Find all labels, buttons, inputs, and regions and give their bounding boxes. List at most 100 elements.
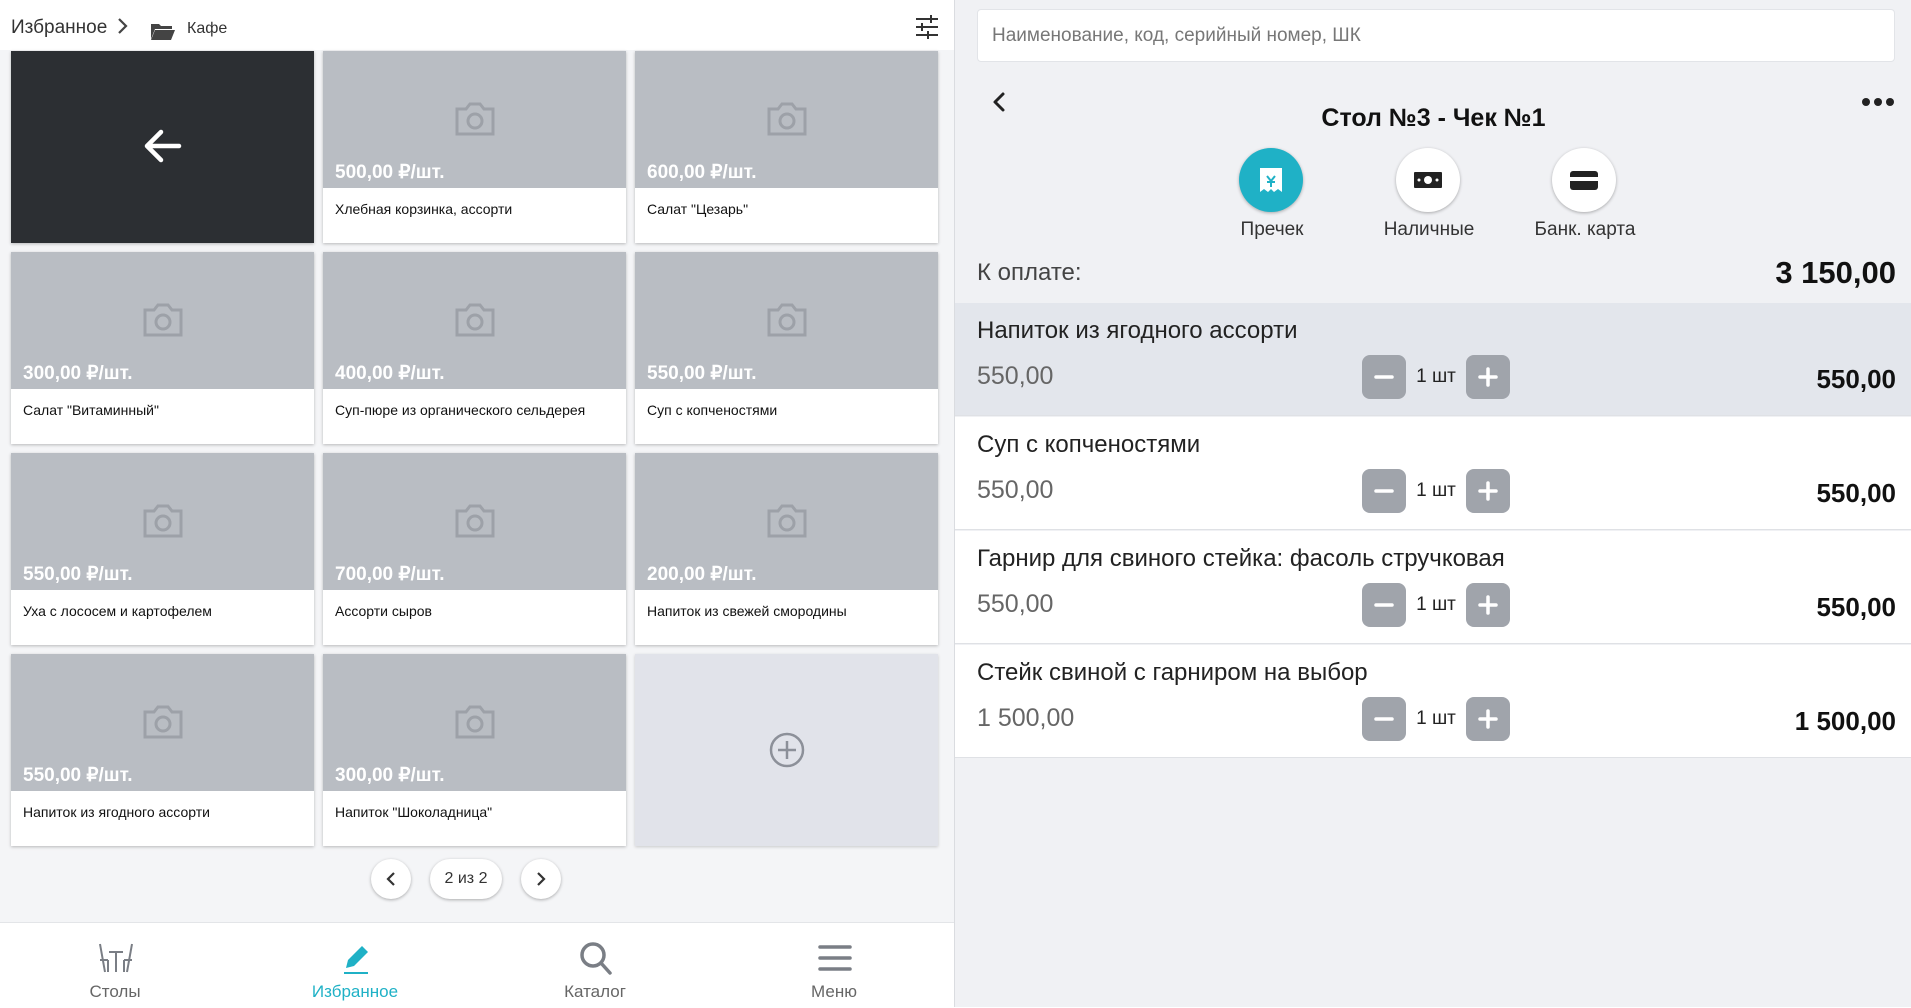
camera-icon	[455, 303, 495, 337]
favorites-panel: Избранное Кафе 500,00 ₽/шт. Хлебная корз…	[0, 0, 954, 1008]
product-image: 550,00 ₽/шт.	[11, 453, 314, 590]
arrow-left-icon	[144, 129, 182, 163]
increase-qty-button[interactable]	[1466, 583, 1510, 627]
minus-icon	[1374, 375, 1394, 379]
product-price: 400,00 ₽/шт.	[335, 363, 445, 384]
product-image: 700,00 ₽/шт.	[323, 453, 626, 590]
decrease-qty-button[interactable]	[1362, 469, 1406, 513]
line-qty: 1 шт	[1416, 594, 1456, 615]
increase-qty-button[interactable]	[1466, 355, 1510, 399]
line-price: 550,00	[977, 362, 1054, 390]
tables-icon	[99, 943, 133, 973]
decrease-qty-button[interactable]	[1362, 355, 1406, 399]
product-name: Напиток "Шоколадница"	[335, 804, 493, 820]
nav-label: Столы	[89, 982, 141, 1001]
order-line[interactable]: Стейк свиной с гарниром на выбор 1 500,0…	[955, 645, 1911, 758]
nav-label: Избранное	[311, 982, 399, 1001]
product-image: 300,00 ₽/шт.	[11, 252, 314, 389]
breadcrumb: Избранное Кафе	[0, 0, 954, 50]
product-tile[interactable]: 700,00 ₽/шт. Ассорти сыров	[323, 453, 626, 645]
prev-page-button[interactable]	[371, 859, 411, 899]
line-total: 550,00	[1816, 478, 1896, 508]
order-line[interactable]: Суп с копченостями 550,00 1 шт 550,00	[955, 417, 1911, 530]
product-price: 500,00 ₽/шт.	[335, 162, 445, 183]
add-product-tile[interactable]	[635, 654, 938, 846]
product-name: Салат "Цезарь"	[647, 201, 749, 217]
more-options-icon[interactable]	[1861, 96, 1895, 108]
folder-open-icon	[151, 24, 175, 40]
plus-icon	[1478, 595, 1498, 615]
product-tile[interactable]: 300,00 ₽/шт. Напиток "Шоколадница"	[323, 654, 626, 846]
product-price: 600,00 ₽/шт.	[647, 162, 757, 183]
product-image: 500,00 ₽/шт.	[323, 51, 626, 188]
chevron-right-icon	[537, 872, 546, 886]
order-title: Стол №3 - Чек №1	[1321, 104, 1546, 132]
camera-icon	[143, 303, 183, 337]
nav-tables[interactable]: Столы	[40, 923, 190, 1008]
nav-favorites[interactable]: Избранное	[280, 923, 430, 1008]
decrease-qty-button[interactable]	[1362, 583, 1406, 627]
product-image: 200,00 ₽/шт.	[635, 453, 938, 590]
increase-qty-button[interactable]	[1466, 469, 1510, 513]
next-page-button[interactable]	[521, 859, 561, 899]
filter-settings-icon[interactable]	[914, 14, 940, 40]
cash-icon	[1414, 172, 1442, 188]
product-name: Суп с копченостями	[647, 402, 778, 418]
minus-icon	[1374, 603, 1394, 607]
product-image: 550,00 ₽/шт.	[635, 252, 938, 389]
line-total: 550,00	[1816, 592, 1896, 622]
breadcrumb-root[interactable]: Избранное	[11, 17, 107, 39]
breadcrumb-current: Кафе	[187, 20, 228, 37]
plus-icon	[1478, 367, 1498, 387]
nav-catalog[interactable]: Каталог	[520, 923, 670, 1008]
line-total: 550,00	[1816, 364, 1896, 394]
precheck-circle	[1239, 148, 1303, 212]
line-price: 550,00	[977, 476, 1054, 504]
line-price: 1 500,00	[977, 704, 1075, 732]
precheck-button[interactable]: Пречек	[1187, 148, 1357, 248]
cash-button[interactable]: Наличные	[1344, 148, 1514, 248]
line-price: 550,00	[977, 590, 1054, 618]
pay-label: Пречек	[1240, 219, 1304, 240]
product-image: 300,00 ₽/шт.	[323, 654, 626, 791]
product-tile[interactable]: 300,00 ₽/шт. Салат "Витаминный"	[11, 252, 314, 444]
nav-label: Каталог	[564, 982, 626, 1001]
line-qty: 1 шт	[1416, 366, 1456, 387]
camera-icon	[455, 504, 495, 538]
product-tile[interactable]: 600,00 ₽/шт. Салат "Цезарь"	[635, 51, 938, 243]
back-tile[interactable]	[11, 51, 314, 243]
line-name: Напиток из ягодного ассорти	[977, 317, 1298, 344]
product-name: Суп-пюре из органического сельдерея	[335, 402, 586, 418]
product-tile[interactable]: 400,00 ₽/шт. Суп-пюре из органического с…	[323, 252, 626, 444]
product-tile[interactable]: 550,00 ₽/шт. Напиток из ягодного ассорти	[11, 654, 314, 846]
chevron-right-icon	[118, 18, 128, 34]
product-price: 200,00 ₽/шт.	[647, 564, 757, 585]
order-line[interactable]: Гарнир для свиного стейка: фасоль стручк…	[955, 531, 1911, 644]
bank-card-button[interactable]: Банк. карта	[1500, 148, 1670, 248]
product-price: 550,00 ₽/шт.	[23, 765, 133, 786]
line-qty: 1 шт	[1416, 708, 1456, 729]
camera-icon	[143, 504, 183, 538]
product-tile[interactable]: 550,00 ₽/шт. Суп с копченостями	[635, 252, 938, 444]
product-search-input[interactable]	[977, 9, 1895, 62]
product-name: Напиток из свежей смородины	[647, 603, 847, 619]
product-name: Напиток из ягодного ассорти	[23, 804, 210, 820]
amount-due-label: К оплате:	[977, 259, 1082, 286]
camera-icon	[767, 102, 807, 136]
product-price: 300,00 ₽/шт.	[335, 765, 445, 786]
product-tile[interactable]: 500,00 ₽/шт. Хлебная корзинка, ассорти	[323, 51, 626, 243]
increase-qty-button[interactable]	[1466, 697, 1510, 741]
nav-menu[interactable]: Меню	[759, 923, 909, 1008]
line-total: 1 500,00	[1794, 706, 1896, 736]
product-tile[interactable]: 550,00 ₽/шт. Уха с лососем и картофелем	[11, 453, 314, 645]
camera-icon	[455, 102, 495, 136]
product-tile[interactable]: 200,00 ₽/шт. Напиток из свежей смородины	[635, 453, 938, 645]
decrease-qty-button[interactable]	[1362, 697, 1406, 741]
camera-icon	[767, 504, 807, 538]
pencil-icon	[344, 946, 368, 974]
line-name: Суп с копченостями	[977, 431, 1201, 458]
cash-circle	[1396, 148, 1460, 212]
order-line[interactable]: Напиток из ягодного ассорти 550,00 1 шт …	[955, 303, 1911, 416]
product-price: 550,00 ₽/шт.	[647, 363, 757, 384]
product-image: 600,00 ₽/шт.	[635, 51, 938, 188]
